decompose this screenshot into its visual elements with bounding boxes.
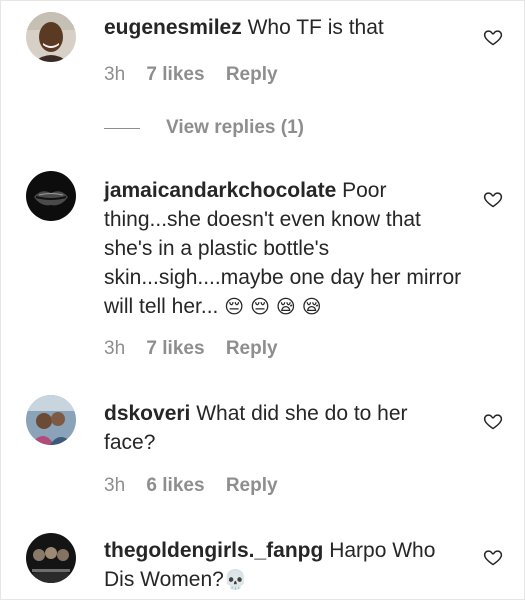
avatar[interactable] [26,12,76,62]
comment-body: Who TF is that [247,16,384,39]
comment-time: 3h [104,475,126,496]
comment-time: 3h [104,64,126,85]
comment-text: dskoveri What did she do to her face? [104,399,464,457]
reply-button[interactable]: Reply [226,475,278,496]
likes-count[interactable]: 6 likes [146,475,204,496]
likes-count[interactable]: 7 likes [146,64,204,85]
heart-outline-icon[interactable] [483,27,503,47]
reply-button[interactable]: Reply [226,64,278,85]
view-replies-button[interactable]: View replies (1) [104,117,304,139]
comment-text: eugenesmilez Who TF is that [104,13,464,42]
avatar[interactable] [26,171,76,221]
comment-username[interactable]: thegoldengirls._fanpg [104,539,323,562]
comments-panel: eugenesmilez Who TF is that 3h 7 likes R… [0,0,525,600]
comment-username[interactable]: eugenesmilez [104,16,242,39]
comment-emojis: 😔 😔 😪 😪 [224,296,322,318]
comment-meta: 3h 6 likes Reply [104,475,294,497]
divider-line [104,127,140,129]
comment-emojis: 💀 [223,569,248,591]
comment-text: thegoldengirls._fanpg Harpo Who Dis Wome… [104,536,464,595]
comment-meta: 3h 7 likes Reply [104,64,294,86]
comment-text: jamaicandarkchocolate Poor thing...she d… [104,176,464,322]
heart-outline-icon[interactable] [483,189,503,209]
likes-count[interactable]: 7 likes [146,338,204,359]
avatar[interactable] [26,533,76,583]
reply-button[interactable]: Reply [226,338,278,359]
view-replies-label: View replies (1) [166,117,304,138]
avatar[interactable] [26,395,76,445]
comment-username[interactable]: jamaicandarkchocolate [104,179,336,202]
comment-time: 3h [104,338,126,359]
comment-meta: 3h 7 likes Reply [104,338,294,360]
comment-username[interactable]: dskoveri [104,402,190,425]
heart-outline-icon[interactable] [483,547,503,567]
heart-outline-icon[interactable] [483,411,503,431]
